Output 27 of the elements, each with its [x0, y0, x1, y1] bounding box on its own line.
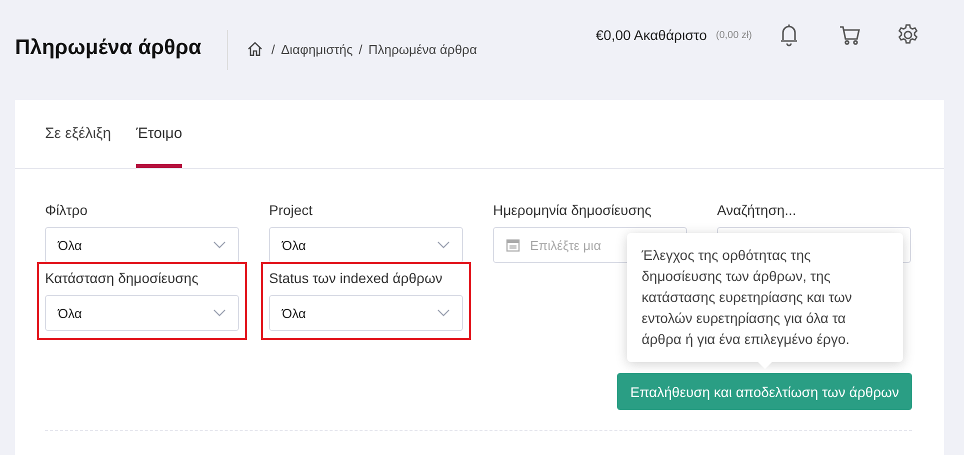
breadcrumb-item: Πληρωμένα άρθρα [368, 42, 477, 56]
bell-icon[interactable] [779, 23, 799, 47]
filter-label: Project [269, 202, 314, 218]
chevron-down-icon [437, 309, 450, 317]
chevron-down-icon [437, 241, 450, 249]
breadcrumb-separator: / [271, 42, 275, 56]
select-field[interactable]: Όλα [269, 227, 463, 263]
home-icon[interactable] [247, 41, 264, 57]
balance-local: (0,00 zł) [716, 30, 752, 40]
breadcrumb-separator: / [358, 42, 362, 56]
chevron-down-icon [213, 309, 226, 317]
calendar-icon [506, 238, 520, 252]
tab[interactable]: Σε εξέλιξη [45, 100, 112, 168]
chevron-down-icon [213, 241, 226, 249]
select-field[interactable]: Όλα [45, 295, 239, 331]
balance-amount: €0,00 Ακαθάριστο [596, 27, 707, 43]
filter-label: Φίλτρο [45, 202, 89, 218]
breadcrumb-item[interactable]: Διαφημιστής [280, 42, 353, 56]
filter-label: Κατάσταση δημοσίευσης [45, 270, 200, 286]
filter-label: Αναζήτηση... [717, 202, 798, 218]
select-field[interactable]: Όλα [45, 227, 239, 263]
cart-icon[interactable] [839, 24, 861, 46]
filter-label: Ημερομηνία δημοσίευσης [493, 202, 652, 218]
page-title: Πληρωμένα άρθρα [15, 36, 202, 60]
filter-label: Status των indexed άρθρων [269, 270, 444, 286]
tab[interactable]: Έτοιμο [136, 100, 182, 168]
select-field[interactable]: Όλα [269, 295, 463, 331]
